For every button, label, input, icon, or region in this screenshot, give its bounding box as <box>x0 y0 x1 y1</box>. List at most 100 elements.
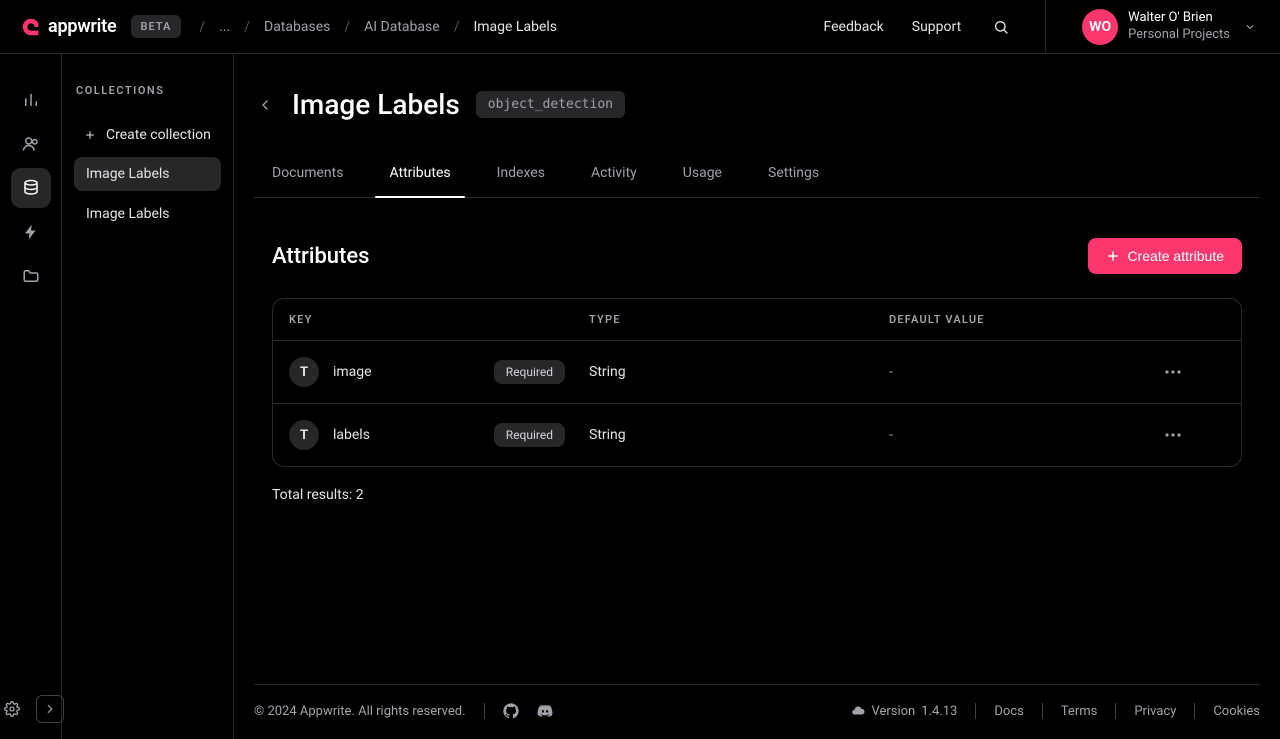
database-icon <box>22 179 40 197</box>
breadcrumb-separator: / <box>344 19 350 35</box>
create-attribute-label: Create attribute <box>1128 248 1225 264</box>
nav-rail <box>0 54 62 739</box>
main-scroll: Image Labels object_detection Documents … <box>234 54 1280 684</box>
plus-icon <box>84 129 96 141</box>
required-badge: Required <box>494 360 565 384</box>
footer-link-privacy[interactable]: Privacy <box>1134 704 1176 719</box>
back-button[interactable] <box>254 94 276 116</box>
create-attribute-button[interactable]: Create attribute <box>1088 238 1243 274</box>
main: Image Labels object_detection Documents … <box>234 54 1280 739</box>
create-collection-button[interactable]: Create collection <box>74 119 221 151</box>
folder-icon <box>22 267 40 285</box>
footer: © 2024 Appwrite. All rights reserved. Ve… <box>254 684 1260 739</box>
tab-indexes[interactable]: Indexes <box>497 165 545 197</box>
layout: COLLECTIONS Create collection Image Labe… <box>0 54 1280 739</box>
version-chip: Version 1.4.13 <box>851 704 957 719</box>
github-link[interactable] <box>503 703 519 719</box>
gear-icon <box>4 701 20 717</box>
tab-activity[interactable]: Activity <box>591 165 637 197</box>
text-type-icon: T <box>289 420 319 450</box>
breadcrumb-item-databases[interactable]: Databases <box>264 19 330 35</box>
users-icon <box>22 135 40 153</box>
text-type-icon: T <box>289 357 319 387</box>
breadcrumb-separator: / <box>199 19 205 35</box>
footer-divider <box>484 703 485 719</box>
attribute-default: - <box>889 427 1165 443</box>
sidebar-list: Create collection Image Labels Image Lab… <box>74 119 221 231</box>
beta-badge: BETA <box>131 15 182 38</box>
footer-link-docs[interactable]: Docs <box>994 704 1023 719</box>
search-icon <box>993 19 1009 35</box>
breadcrumb-separator: / <box>244 19 250 35</box>
attribute-type: String <box>589 364 889 380</box>
rail-bottom <box>0 695 64 723</box>
rail-item-storage[interactable] <box>11 256 51 296</box>
results-value: 2 <box>356 487 364 503</box>
table-row[interactable]: T image Required String - <box>273 340 1241 403</box>
appwrite-logo-icon <box>20 16 42 38</box>
section-title: Attributes <box>272 244 369 269</box>
col-type: TYPE <box>589 313 889 326</box>
support-link[interactable]: Support <box>912 19 961 35</box>
tab-documents[interactable]: Documents <box>272 165 343 197</box>
create-collection-label: Create collection <box>106 127 211 143</box>
bolt-icon <box>22 223 40 241</box>
attribute-key: labels <box>333 427 370 443</box>
sidebar-item-label: Image Labels <box>86 206 170 222</box>
search-button[interactable] <box>989 15 1013 39</box>
user-name: Walter O' Brien <box>1128 10 1230 26</box>
topbar-divider <box>1045 0 1046 54</box>
tab-settings[interactable]: Settings <box>768 165 819 197</box>
col-key: KEY <box>289 313 589 326</box>
footer-link-terms[interactable]: Terms <box>1061 704 1098 719</box>
row-actions-button[interactable] <box>1165 433 1225 437</box>
breadcrumb-item-database[interactable]: AI Database <box>364 19 440 35</box>
plus-icon <box>1106 249 1120 263</box>
footer-copyright: © 2024 Appwrite. All rights reserved. <box>254 704 466 719</box>
key-cell: T image Required <box>289 357 589 387</box>
logo[interactable]: appwrite <box>20 16 117 38</box>
tabs: Documents Attributes Indexes Activity Us… <box>254 165 1260 198</box>
topbar: appwrite BETA / ... / Databases / AI Dat… <box>0 0 1280 54</box>
discord-icon <box>537 703 553 719</box>
rail-expand[interactable] <box>36 695 64 723</box>
tab-usage[interactable]: Usage <box>683 165 722 197</box>
page-title: Image Labels <box>292 88 460 121</box>
footer-link-cookies[interactable]: Cookies <box>1213 704 1260 719</box>
discord-link[interactable] <box>537 703 553 719</box>
logo-text: appwrite <box>48 16 117 37</box>
avatar: WO <box>1082 9 1118 45</box>
rail-item-auth[interactable] <box>11 124 51 164</box>
footer-right: Version 1.4.13 Docs Terms Privacy Cookie… <box>851 703 1260 719</box>
footer-divider <box>1194 703 1195 719</box>
attribute-default: - <box>889 364 1165 380</box>
breadcrumb-ellipsis[interactable]: ... <box>219 19 230 35</box>
rail-item-functions[interactable] <box>11 212 51 252</box>
row-actions-button[interactable] <box>1165 370 1225 374</box>
sidebar-item-collection-1[interactable]: Image Labels <box>74 197 221 231</box>
rail-settings[interactable] <box>0 695 26 723</box>
attributes-table: KEY TYPE DEFAULT VALUE T image Required … <box>272 298 1242 467</box>
chevron-down-icon <box>1244 21 1256 33</box>
table-header: KEY TYPE DEFAULT VALUE <box>273 299 1241 340</box>
sidebar-item-label: Image Labels <box>86 166 170 182</box>
sidebar-heading: COLLECTIONS <box>74 84 221 97</box>
col-default: DEFAULT VALUE <box>889 313 1165 326</box>
collection-id-badge[interactable]: object_detection <box>476 91 625 118</box>
footer-divider <box>1042 703 1043 719</box>
sidebar-item-collection-0[interactable]: Image Labels <box>74 157 221 191</box>
table-row[interactable]: T labels Required String - <box>273 403 1241 466</box>
feedback-link[interactable]: Feedback <box>824 19 884 35</box>
results-count: Total results: 2 <box>272 487 1242 503</box>
page-header: Image Labels object_detection <box>254 88 1260 121</box>
rail-item-databases[interactable] <box>11 168 51 208</box>
rail-item-overview[interactable] <box>11 80 51 120</box>
user-menu[interactable]: WO Walter O' Brien Personal Projects <box>1082 9 1260 45</box>
cloud-icon <box>851 704 865 718</box>
attribute-key: image <box>333 364 372 380</box>
more-horizontal-icon <box>1165 433 1181 437</box>
user-meta: Walter O' Brien Personal Projects <box>1128 10 1230 43</box>
breadcrumb-item-collection[interactable]: Image Labels <box>473 19 557 35</box>
section-head: Attributes Create attribute <box>272 238 1242 274</box>
tab-attributes[interactable]: Attributes <box>389 165 450 197</box>
